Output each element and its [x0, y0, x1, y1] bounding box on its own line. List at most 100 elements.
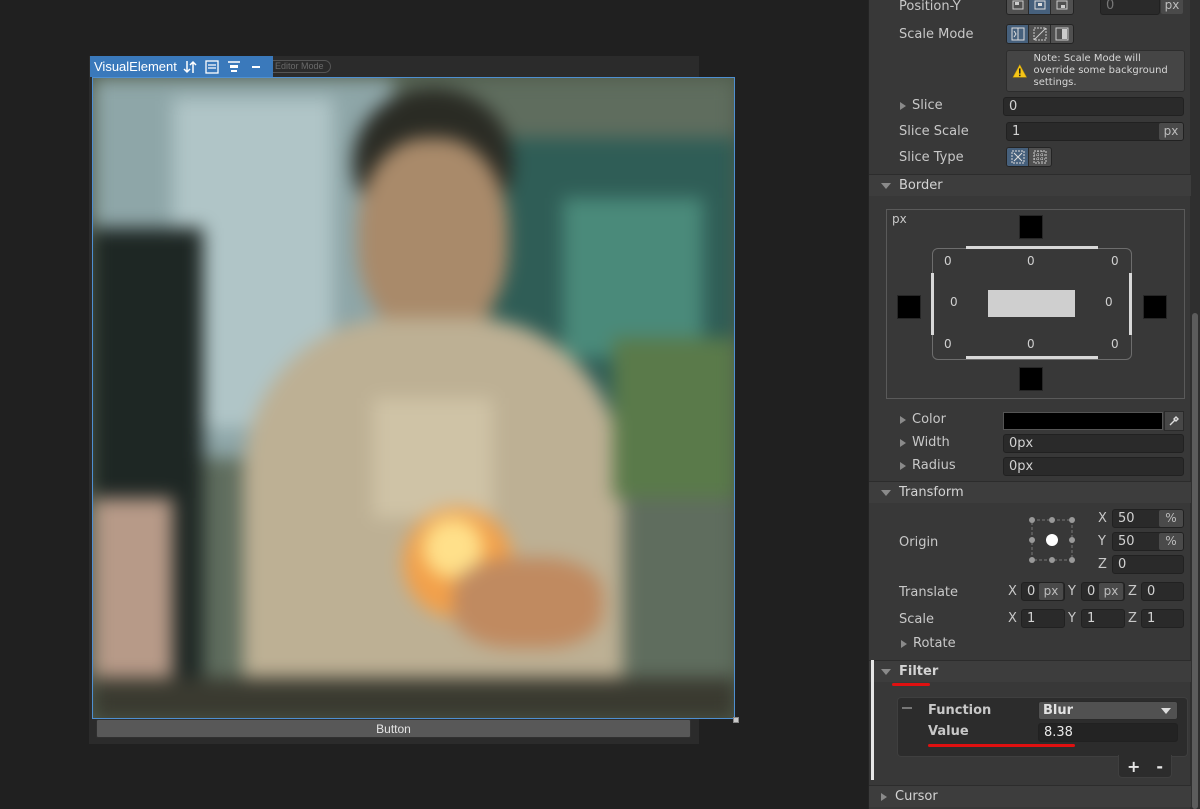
border-width-field[interactable]: 0px — [1003, 434, 1184, 453]
scale-y-label: Y — [1068, 611, 1076, 626]
border-top-line — [966, 246, 1098, 249]
origin-z-label: Z — [1098, 557, 1107, 572]
border-width-foldout[interactable]: Width — [900, 435, 950, 450]
position-center-icon[interactable] — [1029, 0, 1051, 14]
slice-sliced-icon[interactable] — [1007, 148, 1029, 166]
scale-mode-note: Note: Scale Mode will override some back… — [1006, 50, 1185, 92]
border-right-width-value[interactable]: 0 — [1105, 295, 1113, 309]
border-radius-field[interactable]: 0px — [1003, 457, 1184, 476]
visual-element-image[interactable] — [92, 77, 735, 719]
scale-mode-label: Scale Mode — [899, 27, 974, 42]
border-right-color-swatch[interactable] — [1143, 295, 1167, 319]
resize-handle[interactable] — [733, 717, 739, 723]
collapse-arrow-icon — [881, 668, 891, 675]
radius-bottom-left-value[interactable]: 0 — [944, 337, 952, 351]
slice-scale-field[interactable]: 1 — [1006, 122, 1184, 141]
position-y-label: Position-Y — [899, 0, 961, 14]
border-radius-label: Radius — [912, 458, 956, 473]
align-center-icon[interactable] — [204, 59, 221, 74]
origin-picker-icon[interactable] — [1026, 515, 1078, 565]
remove-filter-button[interactable]: - — [1156, 757, 1163, 776]
border-left-color-swatch[interactable] — [897, 295, 921, 319]
resize-both-icon[interactable] — [182, 59, 199, 74]
collapse-arrow-icon — [881, 489, 891, 496]
translate-x-unit[interactable]: px — [1039, 583, 1063, 600]
canvas-viewport: VisualElement Editor Mode Button — [0, 0, 868, 809]
function-dropdown[interactable]: Blur — [1038, 701, 1178, 720]
inspector-scrollbar[interactable] — [1190, 0, 1200, 809]
border-color-label: Color — [912, 412, 946, 427]
slice-scale-unit[interactable]: px — [1159, 123, 1183, 140]
cursor-title: Cursor — [895, 789, 938, 804]
translate-y-unit[interactable]: px — [1099, 583, 1123, 600]
position-top-icon[interactable] — [1007, 0, 1029, 14]
filter-add-remove: + - — [1118, 755, 1172, 778]
slice-type-toggle[interactable] — [1006, 147, 1052, 167]
scale-mode-note-text: Note: Scale Mode will override some back… — [1033, 53, 1168, 88]
filter-underline — [892, 683, 930, 686]
radius-top-right-value[interactable]: 0 — [1111, 254, 1119, 268]
value-label: Value — [928, 724, 969, 739]
rotate-foldout[interactable]: Rotate — [901, 636, 956, 651]
collapse-icon[interactable] — [248, 59, 265, 74]
position-y-unit[interactable]: px — [1161, 0, 1183, 14]
border-width-label: Width — [912, 435, 950, 450]
selection-header[interactable]: VisualElement — [90, 56, 273, 77]
collapse-arrow-icon — [881, 182, 891, 189]
radius-bottom-right-value[interactable]: 0 — [1111, 337, 1119, 351]
position-y-toggle[interactable] — [1006, 0, 1074, 15]
scale-to-fit-icon[interactable] — [1051, 25, 1073, 43]
align-top-icon[interactable] — [226, 59, 243, 74]
scale-x-field[interactable]: 1 — [1021, 609, 1065, 628]
border-color-foldout[interactable]: Color — [900, 412, 946, 427]
filter-title: Filter — [899, 664, 939, 679]
cursor-section-header[interactable]: Cursor — [869, 785, 1191, 807]
scale-z-label: Z — [1128, 611, 1137, 626]
add-filter-button[interactable]: + — [1127, 757, 1140, 776]
scale-and-crop-icon[interactable] — [1029, 25, 1051, 43]
warning-icon — [1012, 64, 1027, 78]
stretch-to-fill-icon[interactable] — [1007, 25, 1029, 43]
expand-arrow-icon — [900, 101, 906, 110]
scale-z-field[interactable]: 1 — [1141, 609, 1184, 628]
drag-handle-icon[interactable] — [902, 707, 912, 709]
eyedropper-icon[interactable] — [1164, 411, 1184, 431]
origin-x-unit[interactable]: % — [1159, 510, 1183, 527]
value-underline — [928, 744, 1075, 747]
blurred-photo — [93, 78, 734, 718]
border-top-width-value[interactable]: 0 — [1027, 254, 1035, 268]
border-top-color-swatch[interactable] — [1019, 215, 1043, 239]
border-left-line — [931, 273, 934, 335]
position-bottom-icon[interactable] — [1051, 0, 1073, 14]
slice-foldout[interactable]: Slice — [900, 98, 943, 113]
filter-value-field[interactable]: 8.38 — [1038, 723, 1178, 742]
border-bottom-width-value[interactable]: 0 — [1027, 337, 1035, 351]
transform-section-header[interactable]: Transform — [869, 481, 1191, 503]
origin-y-label: Y — [1098, 534, 1106, 549]
scale-mode-toggle[interactable] — [1006, 24, 1074, 44]
dropdown-arrow-icon — [1161, 708, 1171, 714]
slice-type-label: Slice Type — [899, 150, 964, 165]
scroll-thumb[interactable] — [1192, 313, 1198, 809]
translate-z-field[interactable]: 0 — [1141, 582, 1184, 601]
filter-section-header[interactable]: Filter — [869, 660, 1191, 682]
position-y-field[interactable]: 0 — [1100, 0, 1160, 15]
slice-tiled-icon[interactable] — [1029, 148, 1051, 166]
canvas-button[interactable]: Button — [96, 719, 691, 738]
border-left-width-value[interactable]: 0 — [950, 295, 958, 309]
origin-z-field[interactable]: 0 — [1112, 555, 1184, 574]
border-section-header[interactable]: Border — [869, 174, 1191, 196]
rotate-label: Rotate — [913, 636, 956, 651]
border-color-field[interactable] — [1003, 412, 1163, 430]
origin-x-label: X — [1098, 511, 1107, 526]
border-radius-foldout[interactable]: Radius — [900, 458, 956, 473]
slice-label: Slice — [912, 98, 943, 113]
border-unit-label: px — [892, 212, 907, 226]
border-bottom-color-swatch[interactable] — [1019, 367, 1043, 391]
origin-y-unit[interactable]: % — [1159, 533, 1183, 550]
radius-top-left-value[interactable]: 0 — [944, 254, 952, 268]
border-content-preview — [988, 290, 1075, 317]
scale-y-field[interactable]: 1 — [1081, 609, 1125, 628]
function-label: Function — [928, 703, 992, 718]
slice-field[interactable]: 0 — [1003, 97, 1184, 116]
